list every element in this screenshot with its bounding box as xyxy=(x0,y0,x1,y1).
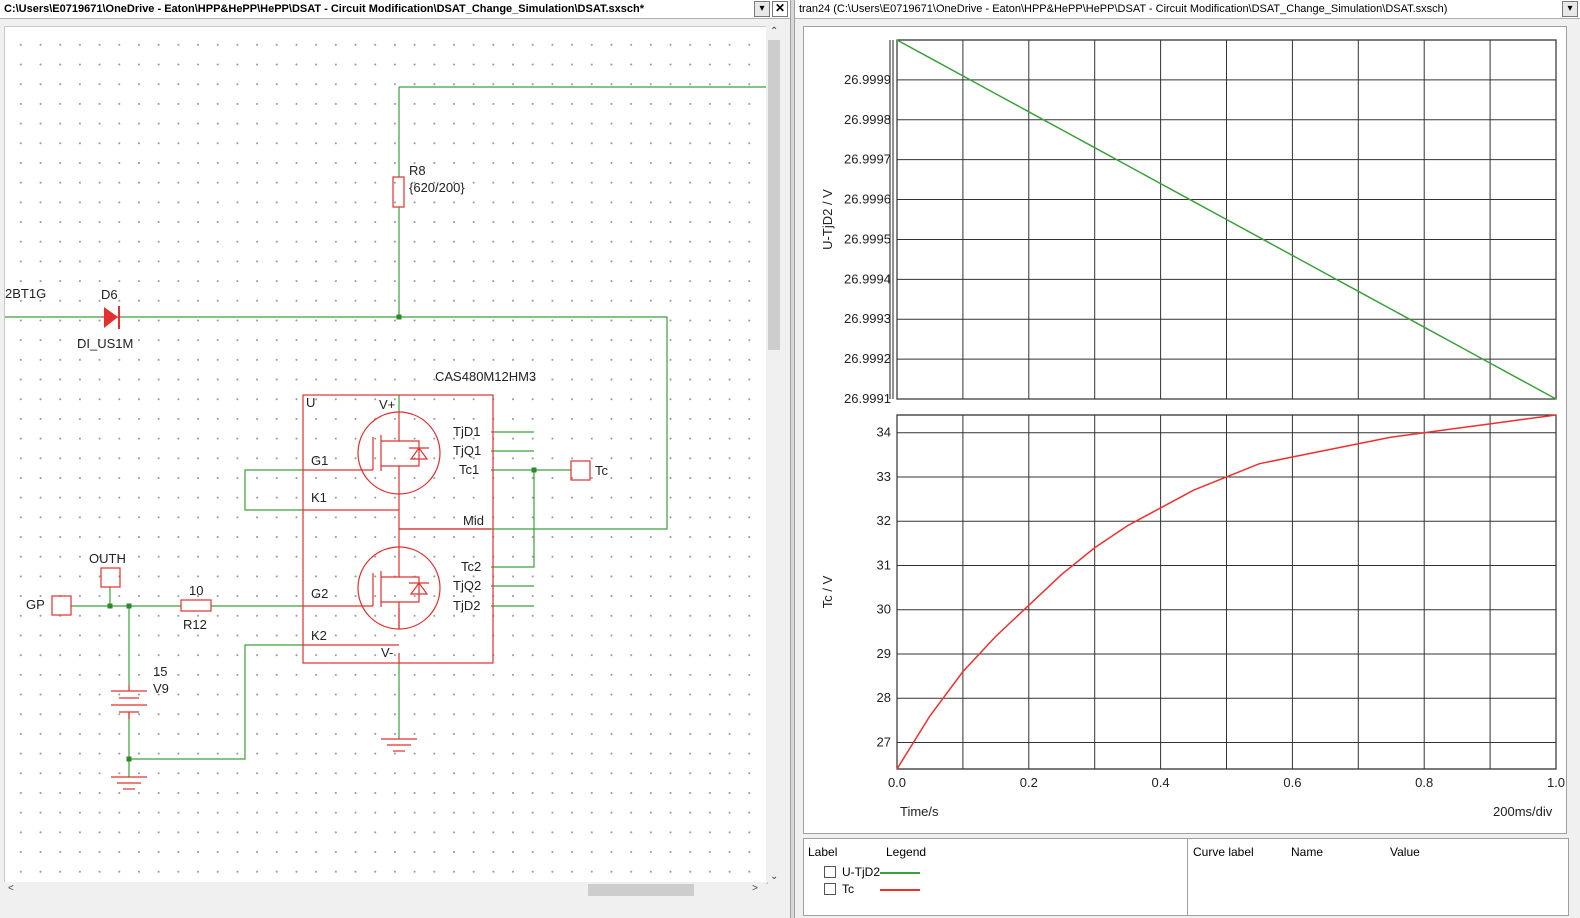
y-tick-label: 26.9991 xyxy=(844,391,891,406)
r8-value: {620/200} xyxy=(409,180,465,195)
x-div-label: 200ms/div xyxy=(1493,804,1553,819)
chart-tc: 34 33 32 31 30 29 28 27 0.0 0.2 0.4 0.6 0.8 1.0 Tc / V xyxy=(820,414,1565,790)
pin-vminus: V- xyxy=(381,645,393,660)
waveform-title: tran24 (C:\Users\E0719671\OneDrive - Eat… xyxy=(799,3,1448,15)
legend-checkbox[interactable] xyxy=(824,883,836,895)
pin-g1: G1 xyxy=(311,453,328,468)
scroll-up-icon[interactable]: ⌃ xyxy=(770,26,778,37)
chart-u-tjd2: 26.9999 26.9998 26.9997 26.9996 26.9995 26.99… xyxy=(820,39,1557,406)
waveform-window: tran24 (C:\Users\E0719671\OneDrive - Eat… xyxy=(795,0,1580,918)
y-tick-label: 26.9998 xyxy=(844,112,891,127)
pin-tjq2: TjQ2 xyxy=(453,578,481,593)
schematic-canvas[interactable]: R8 {620/200} 2BT1G D6 DI_US1M CAS480M12H… xyxy=(4,26,768,884)
gp-port[interactable] xyxy=(51,595,72,616)
tc-port-label: Tc xyxy=(595,463,609,478)
pin-tjq1: TjQ1 xyxy=(453,443,481,458)
scroll-right-icon[interactable]: > xyxy=(752,883,758,894)
dropdown-icon[interactable]: ▾ xyxy=(1562,1,1578,17)
v9-source[interactable] xyxy=(111,685,147,719)
scroll-down-icon[interactable]: ⌄ xyxy=(770,871,778,882)
legend-table: Label Legend U-TjD2 Tc xyxy=(803,838,1195,916)
legend-checkbox[interactable] xyxy=(824,866,836,878)
tc-port[interactable] xyxy=(570,460,591,481)
pin-k2: K2 xyxy=(311,628,327,643)
schematic-hscrollbar[interactable]: < > xyxy=(4,882,766,898)
pin-tc1: Tc1 xyxy=(459,462,479,477)
legend-swatch xyxy=(880,872,920,874)
gp-port-label: GP xyxy=(26,597,45,612)
v9-value: 15 xyxy=(153,664,167,679)
y-tick-label: 26.9997 xyxy=(844,152,891,167)
pin-tjd1: TjD1 xyxy=(453,424,480,439)
y-tick-label: 26.9994 xyxy=(844,271,891,286)
legend-col-legend: Legend xyxy=(886,845,927,859)
pin-g2: G2 xyxy=(311,586,328,601)
r12-value: 10 xyxy=(189,583,203,598)
y-tick-label: 30 xyxy=(877,602,891,617)
outh-port[interactable] xyxy=(100,567,121,588)
y-tick-label: 28 xyxy=(877,690,891,705)
outh-port-label: OUTH xyxy=(89,551,126,566)
pin-mid: Mid xyxy=(463,513,484,528)
schematic-window: C:\Users\E0719671\OneDrive - Eaton\HPP&H… xyxy=(0,0,790,918)
x-tick-label: 0.0 xyxy=(888,775,906,790)
wires xyxy=(5,86,767,777)
pin-k1: K1 xyxy=(311,490,327,505)
y-tick-label: 27 xyxy=(877,734,891,749)
value-col-value: Value xyxy=(1390,845,1420,859)
module-part: CAS480M12HM3 xyxy=(435,369,536,384)
y-tick-label: 26.9992 xyxy=(844,351,891,366)
y-tick-label: 34 xyxy=(877,425,891,440)
r12-resistor[interactable] xyxy=(180,599,212,612)
legend-item[interactable]: U-TjD2 xyxy=(824,865,880,879)
y-tick-label: 26.9999 xyxy=(844,72,891,87)
y-tick-label: 32 xyxy=(877,513,891,528)
y-tick-label: 29 xyxy=(877,646,891,661)
dropdown-icon[interactable]: ▾ xyxy=(754,1,770,17)
y-tick-label: 31 xyxy=(877,557,891,572)
r8-resistor[interactable] xyxy=(392,176,405,208)
x-axis-label: Time/s xyxy=(900,804,939,819)
d6-diode[interactable] xyxy=(101,306,121,329)
schematic-vscrollbar[interactable]: ⌃ ⌄ xyxy=(766,26,782,882)
scroll-thumb-h[interactable] xyxy=(588,884,694,896)
schematic-titlebar: C:\Users\E0719671\OneDrive - Eaton\HPP&H… xyxy=(0,0,790,19)
pin-vplus: V+ xyxy=(379,397,395,412)
y-tick-label: 33 xyxy=(877,469,891,484)
y-axis-label: Tc / V xyxy=(820,575,835,608)
r12-ref: R12 xyxy=(183,617,207,632)
value-col-curve: Curve label xyxy=(1193,845,1254,859)
pin-tjd2: TjD2 xyxy=(453,598,480,613)
close-icon[interactable]: ✕ xyxy=(772,1,788,17)
diode-model: DI_US1M xyxy=(77,336,133,351)
x-tick-label: 1.0 xyxy=(1547,775,1565,790)
y-tick-label: 26.9995 xyxy=(844,231,891,246)
diode-ref: D6 xyxy=(101,287,118,302)
ground-symbol xyxy=(111,738,417,790)
x-tick-label: 0.6 xyxy=(1283,775,1301,790)
legend-item[interactable]: Tc xyxy=(824,882,854,896)
legend-swatch xyxy=(880,889,920,891)
x-tick-label: 0.8 xyxy=(1415,775,1433,790)
v9-ref: V9 xyxy=(153,681,169,696)
pin-tc2: Tc2 xyxy=(461,559,481,574)
net-label-left: 2BT1G xyxy=(5,286,46,301)
module-ref: U xyxy=(306,395,315,410)
legend-item-label: U-TjD2 xyxy=(842,865,880,879)
legend-item-label: Tc xyxy=(842,882,854,896)
legend-col-label: Label xyxy=(808,845,838,859)
x-tick-label: 0.4 xyxy=(1152,775,1170,790)
scroll-left-icon[interactable]: < xyxy=(8,883,14,894)
schematic-title: C:\Users\E0719671\OneDrive - Eaton\HPP&H… xyxy=(4,3,644,15)
y-tick-label: 26.9996 xyxy=(844,192,891,207)
value-col-name: Name xyxy=(1291,845,1324,859)
y-tick-label: 26.9993 xyxy=(844,311,891,326)
y-axis-label: U-TjD2 / V xyxy=(820,189,835,250)
scroll-thumb[interactable] xyxy=(768,40,780,350)
plot-area[interactable]: 26.9999 26.9998 26.9997 26.9996 26.9995 26.99… xyxy=(803,26,1567,834)
r8-ref: R8 xyxy=(409,163,426,178)
x-tick-label: 0.2 xyxy=(1020,775,1038,790)
value-table: Curve label Name Value xyxy=(1187,838,1569,916)
waveform-titlebar: tran24 (C:\Users\E0719671\OneDrive - Eat… xyxy=(795,0,1580,19)
